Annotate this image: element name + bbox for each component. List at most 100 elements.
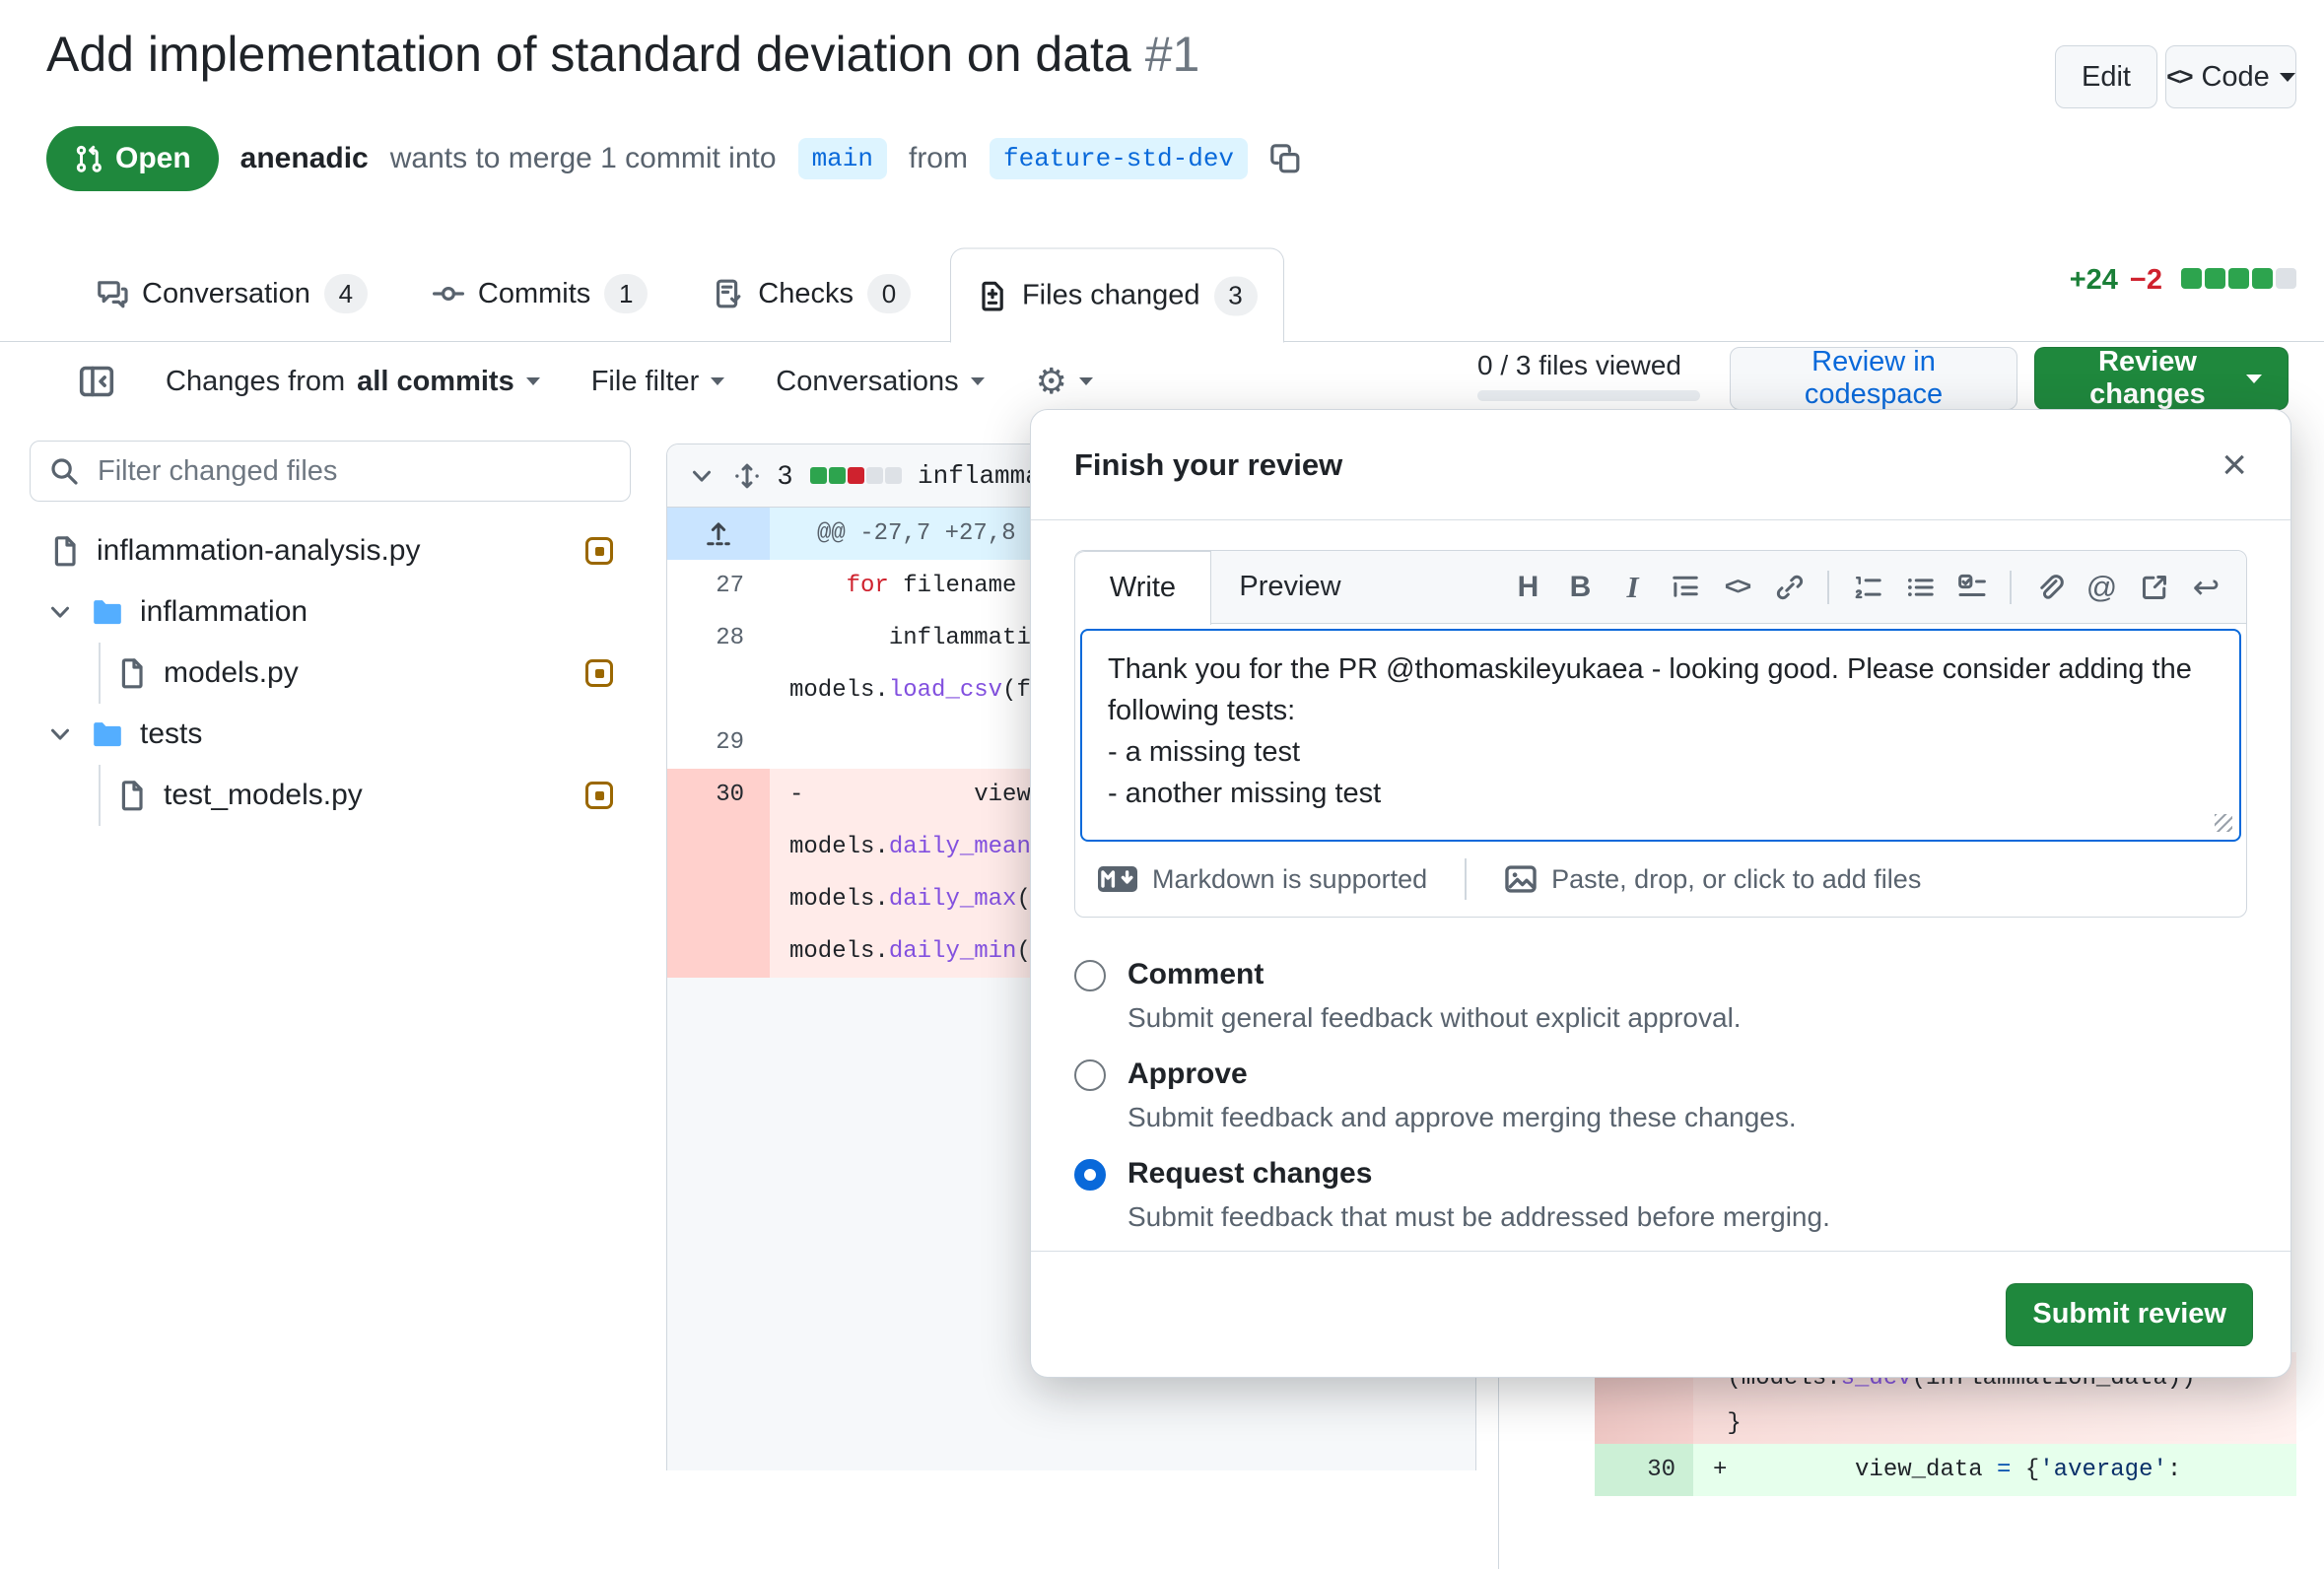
pr-number: #1: [1144, 27, 1200, 82]
review-changes-label: Review changes: [2089, 346, 2206, 410]
option-request-changes[interactable]: Request changes Submit feedback that mus…: [1074, 1156, 2247, 1234]
diff-settings-dropdown[interactable]: ⚙: [1036, 364, 1093, 399]
diff-row-spacer: [1499, 1404, 1595, 1444]
edit-button-label: Edit: [2082, 60, 2131, 93]
submit-review-button[interactable]: Submit review: [2006, 1282, 2253, 1346]
line-number: [667, 664, 770, 716]
code-button-label: Code: [2201, 60, 2270, 93]
diffstat-block-add: [2181, 268, 2202, 289]
file-filter-box: [30, 441, 631, 502]
tree-indent-guide: [99, 765, 101, 826]
task-list-icon[interactable]: [1946, 561, 1998, 613]
file-icon: [121, 781, 143, 811]
filter-changed-files-input[interactable]: [96, 453, 569, 489]
status-badge-label: Open: [115, 142, 191, 174]
cross-reference-icon[interactable]: [2128, 561, 2180, 613]
heading-icon[interactable]: H: [1502, 561, 1554, 613]
comment-discussion-icon: [98, 281, 128, 308]
tab-count: 1: [604, 274, 649, 313]
paste-files-note[interactable]: Paste, drop, or click to add files: [1551, 864, 1921, 895]
pr-author[interactable]: anenadic: [240, 142, 369, 175]
link-icon[interactable]: [1763, 561, 1815, 613]
diffstat-block-neutral: [2276, 268, 2296, 289]
edit-button[interactable]: Edit: [2055, 45, 2157, 108]
pr-meta-row: Open anenadic wants to merge 1 commit in…: [46, 126, 1301, 191]
tree-folder-label: tests: [140, 717, 203, 750]
modified-badge: [585, 659, 613, 687]
chevron-down-icon: [525, 377, 540, 385]
tab-files-changed[interactable]: Files changed 3: [949, 247, 1284, 343]
head-branch-label[interactable]: feature-std-dev: [989, 138, 1249, 179]
collapse-file-chevron-icon[interactable]: [687, 461, 717, 491]
option-description: Submit feedback that must be addressed b…: [1128, 1201, 1830, 1232]
option-description: Submit general feedback without explicit…: [1128, 1002, 1742, 1033]
diffstat-block-add: [2252, 268, 2273, 289]
tree-folder-inflammation[interactable]: inflammation: [30, 581, 631, 643]
line-number: [1595, 1404, 1693, 1444]
tab-preview[interactable]: Preview: [1211, 551, 1369, 623]
line-number[interactable]: 29: [667, 716, 770, 769]
file-filter-dropdown[interactable]: File filter: [591, 366, 725, 398]
bold-icon[interactable]: B: [1554, 561, 1606, 613]
review-in-codespace-button[interactable]: Review in codespace: [1730, 346, 2017, 410]
option-label[interactable]: Approve: [1128, 1057, 1797, 1092]
quote-icon[interactable]: [1659, 561, 1711, 613]
tab-label: Files changed: [1021, 279, 1200, 311]
file-tree: inflammation-analysis.py inflammation mo…: [30, 520, 631, 826]
ordered-list-icon[interactable]: [1841, 561, 1893, 613]
tree-folder-tests[interactable]: tests: [30, 704, 631, 765]
tab-write[interactable]: Write: [1075, 551, 1211, 625]
conversations-dropdown[interactable]: Conversations: [776, 366, 985, 398]
option-approve[interactable]: Approve Submit feedback and approve merg…: [1074, 1057, 2247, 1134]
markdown-note[interactable]: Markdown is supported: [1152, 864, 1427, 895]
line-number[interactable]: 30: [667, 769, 770, 821]
radio-comment[interactable]: [1074, 960, 1106, 991]
tree-item-label: inflammation-analysis.py: [97, 534, 421, 567]
tab-label: Conversation: [142, 277, 310, 309]
radio-request-changes[interactable]: [1074, 1159, 1106, 1191]
dialog-title: Finish your review: [1074, 446, 1343, 482]
line-number[interactable]: 28: [667, 612, 770, 664]
option-label[interactable]: Request changes: [1128, 1156, 1830, 1192]
diffstat-block-add: [810, 467, 828, 484]
files-viewed-status: 0 / 3 files viewed: [1477, 350, 1681, 380]
comment-input-wrap: Thank you for the PR @thomaskileyukaea -…: [1075, 624, 2246, 842]
review-changes-button[interactable]: Review changes: [2034, 346, 2289, 410]
option-comment[interactable]: Comment Submit general feedback without …: [1074, 957, 2247, 1035]
resize-handle[interactable]: [2215, 814, 2232, 832]
expand-hunk-button[interactable]: [667, 508, 770, 560]
tree-item-inflammation-analysis[interactable]: inflammation-analysis.py: [30, 520, 631, 581]
close-icon[interactable]: ×: [2221, 443, 2247, 487]
file-changes-count: 3: [778, 460, 793, 490]
unordered-list-icon[interactable]: [1893, 561, 1946, 613]
attachment-icon[interactable]: [2023, 561, 2076, 613]
line-number: [667, 873, 770, 925]
italic-icon[interactable]: I: [1606, 561, 1659, 613]
diffstat-block-neutral: [885, 467, 903, 484]
drag-handle-icon[interactable]: [732, 461, 762, 491]
code-icon[interactable]: <>: [1711, 561, 1763, 613]
option-label[interactable]: Comment: [1128, 957, 1742, 992]
file-diffstat-blocks: [808, 460, 903, 491]
comment-editor-tabs: Write Preview H B I <> @ ↩: [1075, 551, 2246, 625]
radio-approve[interactable]: [1074, 1059, 1106, 1091]
tree-item-test-models[interactable]: test_models.py: [30, 765, 631, 826]
checklist-icon: [717, 279, 741, 308]
dialog-header: Finish your review ×: [1031, 410, 2290, 520]
footer-divider: [1465, 858, 1468, 900]
changes-from-dropdown[interactable]: Changes from all commits: [166, 366, 540, 398]
sidebar-collapse-icon[interactable]: [79, 364, 114, 399]
tab-checks[interactable]: Checks 0: [687, 246, 936, 341]
line-number[interactable]: 27: [667, 560, 770, 612]
tab-commits[interactable]: Commits 1: [407, 246, 673, 341]
line-number: [667, 925, 770, 978]
mention-icon[interactable]: @: [2076, 561, 2128, 613]
search-icon: [51, 458, 78, 485]
copy-icon[interactable]: [1269, 143, 1301, 174]
code-button[interactable]: <> Code: [2165, 45, 2296, 108]
reply-icon[interactable]: ↩: [2180, 561, 2232, 613]
base-branch-label[interactable]: main: [797, 138, 887, 179]
tab-conversation[interactable]: Conversation 4: [71, 246, 393, 341]
review-comment-input[interactable]: Thank you for the PR @thomaskileyukaea -…: [1080, 629, 2241, 842]
tree-item-models[interactable]: models.py: [30, 643, 631, 704]
